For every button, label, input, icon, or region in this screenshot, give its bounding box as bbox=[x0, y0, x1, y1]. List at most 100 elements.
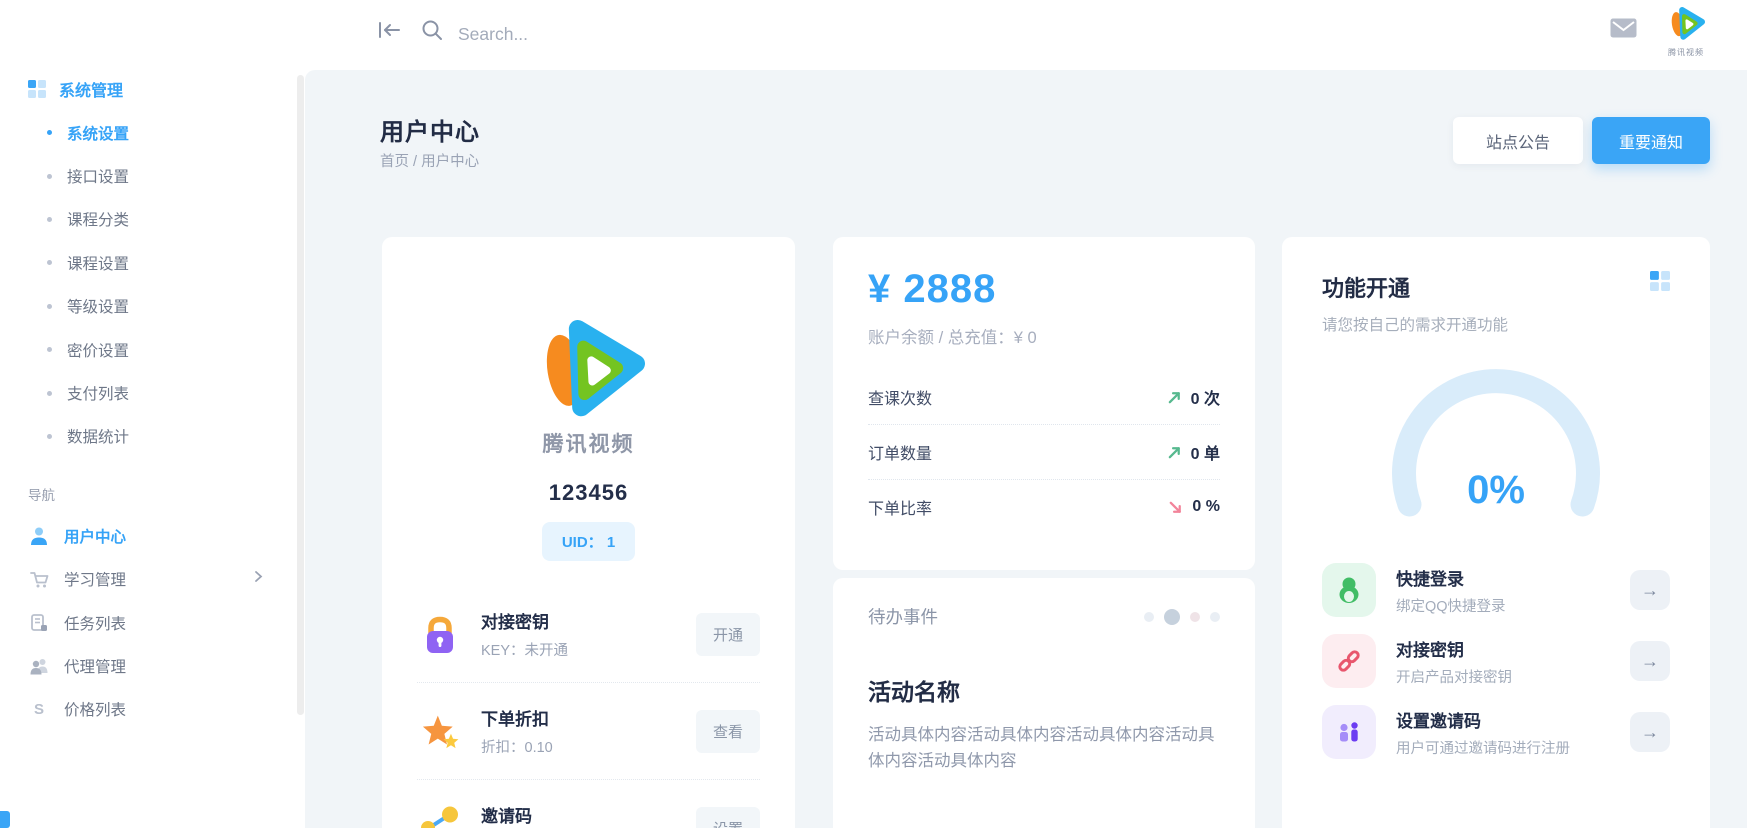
tencent-video-logo-icon bbox=[1665, 4, 1707, 42]
main-panel: 用户中心 首页 / 用户中心 站点公告 重要通知 腾讯视频 123456 UID… bbox=[305, 70, 1747, 828]
feature-card: 功能开通 请您按自己的需求开通功能 0% bbox=[1282, 237, 1710, 828]
arrow-right-button[interactable]: → bbox=[1630, 712, 1670, 752]
sidebar-section-label: 导航 bbox=[0, 484, 300, 504]
feature-item-api-key: 对接密钥 开启产品对接密钥 → bbox=[1322, 634, 1670, 688]
sidebar-item-payment-list[interactable]: 支付列表 bbox=[0, 371, 300, 414]
sidebar-item-price-key-settings[interactable]: 密价设置 bbox=[0, 328, 300, 371]
balance-card: ¥ 2888 账户余额 / 总充值：¥ 0 查课次数 0 次 订单数量 0 bbox=[833, 237, 1255, 570]
important-notice-button[interactable]: 重要通知 bbox=[1592, 117, 1710, 164]
row-title: 对接密钥 bbox=[481, 608, 568, 633]
balance-amount: ¥ 2888 bbox=[868, 267, 1220, 312]
breadcrumb-separator: / bbox=[413, 154, 417, 170]
lock-icon bbox=[417, 611, 463, 657]
sidebar-item-task-list[interactable]: 任务列表 bbox=[0, 601, 300, 644]
profile-row-api-key: 对接密钥 KEY：未开通 开通 bbox=[417, 598, 760, 670]
todo-card-title: 待办事件 bbox=[868, 604, 938, 629]
sidebar-scrollbar[interactable] bbox=[297, 75, 304, 715]
carousel-dot[interactable] bbox=[1190, 612, 1200, 622]
trend-down-icon bbox=[1168, 500, 1183, 515]
sidebar-item-api-settings[interactable]: 接口设置 bbox=[0, 154, 300, 197]
tasks-icon bbox=[28, 613, 50, 633]
arrow-right-button[interactable]: → bbox=[1630, 570, 1670, 610]
star-icon bbox=[417, 708, 463, 754]
profile-rows: 对接密钥 KEY：未开通 开通 下单折扣 折扣：0.10 查看 bbox=[417, 598, 760, 828]
progress-gauge: 0% bbox=[1376, 365, 1616, 527]
tencent-video-logo-icon bbox=[525, 311, 653, 423]
site-announcement-button[interactable]: 站点公告 bbox=[1453, 117, 1583, 164]
sidebar-item-label: 系统管理 bbox=[59, 77, 123, 101]
page-title: 用户中心 bbox=[380, 112, 480, 147]
username: 123456 bbox=[382, 480, 795, 506]
todo-card: 待办事件 活动名称 活动具体内容活动具体内容活动具体内容活动具体内容活动具体内容 bbox=[833, 578, 1255, 828]
mail-icon[interactable] bbox=[1610, 18, 1637, 41]
feature-item-invite-code: 设置邀请码 用户可通过邀请码进行注册 → bbox=[1322, 705, 1670, 759]
user-icon bbox=[28, 526, 50, 546]
breadcrumb-current: 用户中心 bbox=[421, 154, 479, 170]
chevron-right-icon bbox=[252, 570, 264, 588]
sidebar-menu: 系统管理 系统设置 接口设置 课程分类 课程设置 等级设置 密价设置 支付列 bbox=[0, 67, 300, 731]
dollar-icon: S bbox=[28, 701, 50, 718]
bullet-icon bbox=[47, 174, 52, 179]
grid-icon bbox=[28, 80, 46, 98]
feature-items: 快捷登录 绑定QQ快捷登录 → 对接密钥 开启产品对接密钥 bbox=[1322, 563, 1670, 759]
stat-row-order-rate: 下单比率 0 % bbox=[868, 479, 1220, 534]
uid-badge: UID： 1 bbox=[542, 522, 635, 561]
trend-up-icon bbox=[1167, 390, 1182, 405]
profile-card: 腾讯视频 123456 UID： 1 对接密钥 KEY：未开通 开通 bbox=[382, 237, 795, 828]
carousel-dot-active[interactable] bbox=[1164, 609, 1180, 625]
profile-row-discount: 下单折扣 折扣：0.10 查看 bbox=[417, 695, 760, 767]
link-icon bbox=[1322, 634, 1376, 688]
row-title: 下单折扣 bbox=[481, 705, 553, 730]
bullet-icon bbox=[47, 304, 52, 309]
activity-title: 活动名称 bbox=[868, 673, 1220, 707]
brand-wordmark: 腾讯视频 bbox=[382, 428, 795, 458]
feature-card-subtitle: 请您按自己的需求开通功能 bbox=[1322, 313, 1508, 335]
sidebar-item-data-statistics[interactable]: 数据统计 bbox=[0, 415, 300, 458]
sidebar-item-course-settings[interactable]: 课程设置 bbox=[0, 241, 300, 284]
feature-item-quick-login: 快捷登录 绑定QQ快捷登录 → bbox=[1322, 563, 1670, 617]
grid-icon bbox=[1650, 271, 1670, 291]
collapse-back-icon[interactable] bbox=[375, 18, 403, 44]
stat-row-course-checks: 查课次数 0 次 bbox=[868, 370, 1220, 424]
sidebar-item-system-management[interactable]: 系统管理 bbox=[0, 67, 300, 111]
profile-row-invite-code: 邀请码 码：无 / 折扣：无 设置 bbox=[417, 792, 760, 828]
breadcrumb-home[interactable]: 首页 bbox=[380, 154, 409, 170]
sidebar-item-user-center[interactable]: 用户中心 bbox=[0, 514, 300, 557]
bullet-icon bbox=[47, 130, 52, 135]
feature-item-subtitle: 用户可通过邀请码进行注册 bbox=[1396, 737, 1570, 758]
sidebar-item-course-category[interactable]: 课程分类 bbox=[0, 198, 300, 241]
balance-caption: 账户余额 / 总充值：¥ 0 bbox=[868, 324, 1220, 348]
sidebar-item-price-list[interactable]: S 价格列表 bbox=[0, 688, 300, 731]
activate-button[interactable]: 开通 bbox=[696, 613, 760, 656]
activity-body: 活动具体内容活动具体内容活动具体内容活动具体内容活动具体内容 bbox=[868, 723, 1216, 774]
sidebar-item-system-settings[interactable]: 系统设置 bbox=[0, 111, 300, 154]
bullet-icon bbox=[47, 260, 52, 265]
carousel-dot[interactable] bbox=[1210, 612, 1220, 622]
stats-list: 查课次数 0 次 订单数量 0 单 下单比率 bbox=[868, 370, 1220, 534]
avatar[interactable]: 腾讯视频 bbox=[1660, 4, 1712, 58]
feature-item-title: 对接密钥 bbox=[1396, 636, 1512, 661]
feature-card-title: 功能开通 bbox=[1322, 271, 1508, 303]
qq-icon bbox=[1322, 563, 1376, 617]
feature-item-title: 快捷登录 bbox=[1396, 565, 1506, 590]
divider bbox=[417, 779, 760, 780]
settings-button[interactable]: 设置 bbox=[696, 807, 760, 828]
trend-up-icon bbox=[1167, 445, 1182, 460]
view-button[interactable]: 查看 bbox=[696, 710, 760, 753]
feature-item-title: 设置邀请码 bbox=[1396, 707, 1570, 732]
bottom-left-accent bbox=[0, 811, 10, 828]
cart-icon bbox=[28, 569, 50, 589]
sidebar-item-agent-management[interactable]: 代理管理 bbox=[0, 644, 300, 687]
sidebar-item-level-settings[interactable]: 等级设置 bbox=[0, 285, 300, 328]
arrow-right-button[interactable]: → bbox=[1630, 641, 1670, 681]
search-icon[interactable] bbox=[420, 18, 444, 47]
row-title: 邀请码 bbox=[481, 802, 595, 827]
sidebar-item-learning-management[interactable]: 学习管理 bbox=[0, 558, 300, 601]
divider bbox=[417, 682, 760, 683]
people-icon bbox=[28, 656, 50, 676]
carousel-dot[interactable] bbox=[1144, 612, 1154, 622]
gauge-value: 0% bbox=[1467, 468, 1525, 513]
search-input[interactable] bbox=[458, 14, 878, 54]
bullet-icon bbox=[47, 391, 52, 396]
topbar: 腾讯视频 bbox=[0, 0, 1747, 70]
